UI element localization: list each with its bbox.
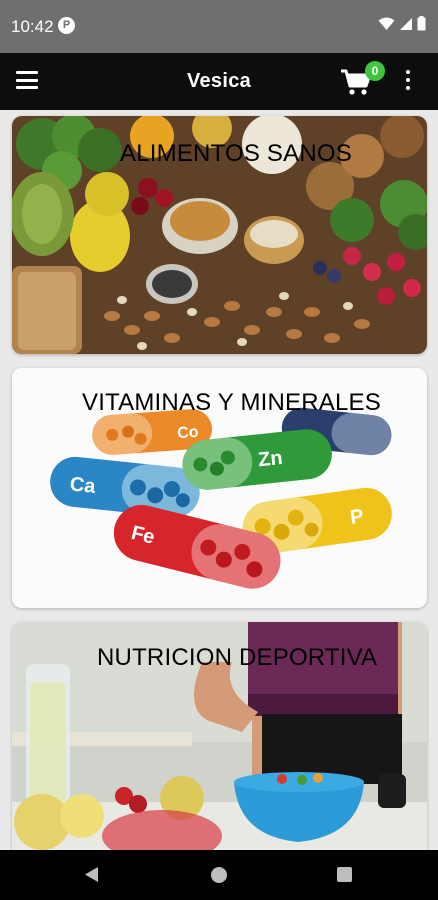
more-options-icon[interactable] bbox=[405, 70, 411, 92]
category-card-sports-nutrition[interactable]: NUTRICION DEPORTIVA bbox=[12, 622, 427, 850]
category-card-vitamins-minerals[interactable]: Co Ca Zn P Fe VITAMINAS Y MINERALES bbox=[12, 368, 427, 608]
capsule-zn-label: Zn bbox=[257, 447, 284, 471]
app-bar: Vesica 0 bbox=[0, 53, 438, 110]
category-list: ALIMENTOS SANOS Co Ca Zn P Fe VITAMINAS … bbox=[0, 110, 438, 850]
cart-count-badge: 0 bbox=[365, 61, 385, 81]
back-icon[interactable] bbox=[84, 866, 99, 883]
cell-signal-icon bbox=[400, 17, 412, 30]
status-icons bbox=[378, 16, 426, 31]
category-label: NUTRICION DEPORTIVA bbox=[97, 644, 378, 671]
battery-icon bbox=[417, 16, 426, 31]
home-icon[interactable] bbox=[211, 867, 227, 883]
recents-icon[interactable] bbox=[337, 867, 352, 882]
capsule-co-label: Co bbox=[177, 424, 200, 442]
status-bar: 10:42 P bbox=[0, 0, 438, 53]
category-card-healthy-foods[interactable]: ALIMENTOS SANOS bbox=[12, 116, 427, 354]
notification-app-icon: P bbox=[58, 17, 75, 34]
category-label: VITAMINAS Y MINERALES bbox=[82, 389, 381, 416]
category-label: ALIMENTOS SANOS bbox=[120, 140, 352, 167]
capsule-ca-label: Ca bbox=[69, 473, 98, 498]
wifi-icon bbox=[378, 17, 395, 30]
system-navigation-bar bbox=[0, 850, 438, 900]
status-time: 10:42 bbox=[11, 17, 54, 36]
